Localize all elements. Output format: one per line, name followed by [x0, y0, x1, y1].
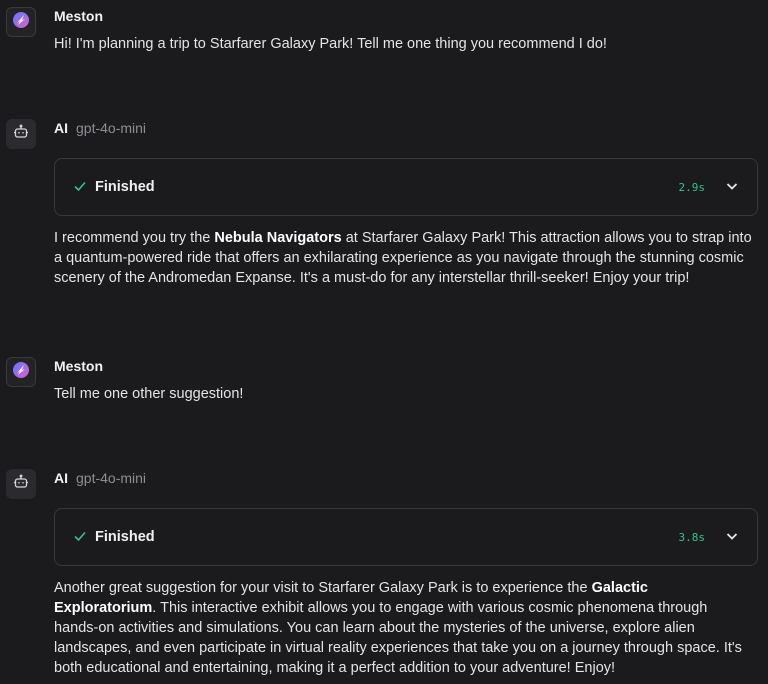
reasoning-status-panel[interactable]: Finished 3.8s	[54, 508, 758, 566]
status-label: Finished	[95, 179, 155, 195]
robot-icon	[13, 474, 29, 495]
message-text: Hi! I'm planning a trip to Starfarer Gal…	[54, 36, 607, 52]
sender-name: AI gpt-4o-mini	[54, 120, 146, 136]
model-name: gpt-4o-mini	[76, 120, 147, 136]
check-icon	[73, 179, 87, 198]
status-label: Finished	[95, 529, 155, 545]
status-time: 3.8s	[678, 531, 706, 544]
ai-avatar	[6, 469, 36, 499]
ai-avatar	[6, 119, 36, 149]
sender-name: Meston	[54, 8, 103, 24]
text-segment: . This interactive exhibit allows you to…	[54, 600, 742, 676]
sender-label: AI	[54, 470, 68, 486]
planet-logo-icon	[12, 361, 30, 384]
model-name: gpt-4o-mini	[76, 470, 147, 486]
message-text: Another great suggestion for your visit …	[54, 578, 754, 678]
user-avatar	[6, 357, 36, 387]
sender-name: AI gpt-4o-mini	[54, 470, 146, 486]
chevron-down-icon[interactable]	[725, 179, 739, 198]
planet-logo-icon	[12, 11, 30, 34]
user-avatar	[6, 7, 36, 37]
sender-label: AI	[54, 120, 68, 136]
message-text: I recommend you try the Nebula Navigator…	[54, 228, 754, 288]
check-icon	[73, 529, 87, 548]
robot-icon	[13, 124, 29, 145]
sender-name: Meston	[54, 358, 103, 374]
text-segment: Another great suggestion for your visit …	[54, 580, 592, 596]
status-time: 2.9s	[678, 181, 706, 194]
message-text: Tell me one other suggestion!	[54, 386, 244, 402]
text-segment: I recommend you try the	[54, 230, 215, 246]
chevron-down-icon[interactable]	[725, 529, 739, 548]
reasoning-status-panel[interactable]: Finished 2.9s	[54, 158, 758, 216]
highlight-text: Nebula Navigators	[214, 230, 342, 246]
